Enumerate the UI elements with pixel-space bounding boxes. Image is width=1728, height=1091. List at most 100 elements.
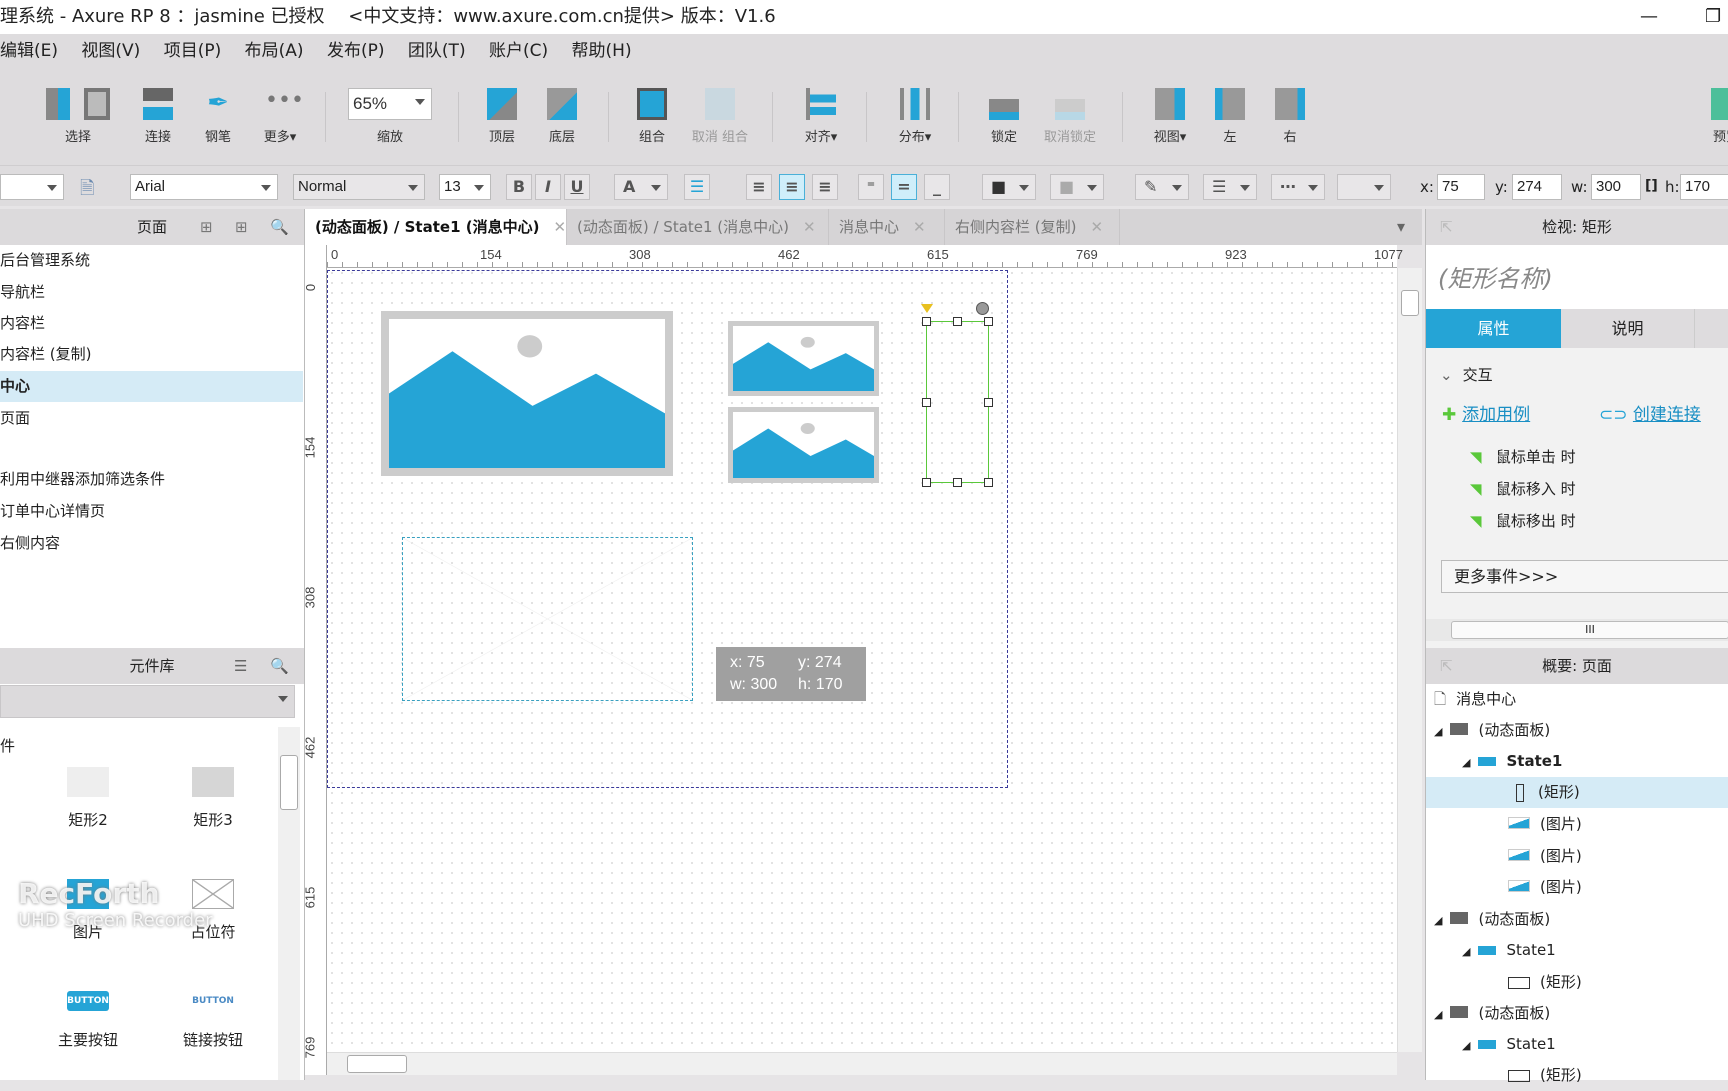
page-item[interactable]: 内容栏 (复制)	[0, 339, 303, 370]
library-scrollbar[interactable]	[278, 727, 300, 1080]
close-icon[interactable]: ✕	[1090, 218, 1103, 236]
unlock-button[interactable]: 取消锁定	[1038, 88, 1102, 145]
expand-triangle-icon[interactable]: ◢	[1434, 725, 1442, 738]
distribute-button[interactable]: 分布▾	[890, 88, 940, 145]
zoom-control[interactable]: 65% 缩放	[348, 88, 432, 145]
outline-row-page[interactable]: 🗋 消息中心	[1426, 684, 1728, 715]
dragging-placeholder[interactable]	[402, 537, 693, 701]
expand-triangle-icon[interactable]: ◢	[1434, 914, 1442, 927]
left-panel-toggle[interactable]: 左	[1210, 88, 1250, 145]
tab-dynamic-panel-state1[interactable]: (动态面板) / State1 (消息中心) ✕	[567, 209, 829, 245]
widget-name-input[interactable]: (矩形名称)	[1426, 245, 1728, 309]
widget-primary-button[interactable]: BUTTON 主要按钮	[38, 991, 138, 1050]
tab-more[interactable]	[1694, 309, 1728, 348]
add-folder-icon[interactable]: ⊞	[235, 209, 248, 245]
outline-row-state[interactable]: ◢ State1	[1426, 746, 1728, 777]
search-icon[interactable]: 🔍	[270, 648, 289, 684]
menu-layout[interactable]: 布局(A)	[245, 41, 304, 61]
y-input[interactable]: 274	[1512, 174, 1562, 200]
widget-style-select[interactable]	[0, 174, 64, 200]
page-item[interactable]: 后台管理系统	[0, 245, 303, 276]
close-icon[interactable]: ✕	[803, 218, 816, 236]
align-right-button[interactable]: ≡	[812, 174, 838, 200]
outline-row-state[interactable]: ◢ State1	[1426, 935, 1728, 966]
outline-row-dynamic-panel[interactable]: ◢ (动态面板)	[1426, 715, 1728, 746]
menu-icon[interactable]: ☰	[234, 648, 247, 684]
outline-row-rectangle[interactable]: (矩形)	[1426, 1060, 1728, 1091]
add-case-link[interactable]: ✚ 添加用例	[1442, 400, 1530, 425]
tab-message-center[interactable]: 消息中心 ✕	[829, 209, 945, 245]
page-item[interactable]: 右侧内容	[0, 528, 303, 559]
group-button[interactable]: 组合	[632, 88, 672, 145]
outline-row-image[interactable]: (图片)	[1426, 809, 1728, 840]
pen-button[interactable]: ✒ 钢笔	[198, 88, 238, 145]
canvas-image-small-1[interactable]	[728, 321, 879, 396]
fill-color-button[interactable]: ■	[982, 174, 1036, 200]
line-color-button[interactable]: ✎	[1135, 174, 1189, 200]
outline-row-image[interactable]: (图片)	[1426, 872, 1728, 903]
menu-view[interactable]: 视图(V)	[81, 41, 140, 61]
expand-triangle-icon[interactable]: ◢	[1462, 756, 1470, 769]
close-icon[interactable]: ✕	[553, 218, 566, 236]
tab-dynamic-panel-state1-active[interactable]: (动态面板) / State1 (消息中心) ✕	[305, 209, 567, 245]
format-painter-icon[interactable]: 🗎	[80, 176, 94, 206]
minimize-button[interactable]: —	[1640, 0, 1658, 34]
lock-button[interactable]: 锁定	[984, 88, 1024, 145]
ungroup-button[interactable]: 取消 组合	[688, 88, 752, 145]
collapse-icon[interactable]: ⇱	[1440, 209, 1453, 245]
lock-aspect-icon[interactable]: []	[1645, 178, 1658, 194]
widget-rectangle2[interactable]: 矩形2	[38, 767, 138, 830]
bring-to-front-button[interactable]: 顶层	[482, 88, 522, 145]
connect-button[interactable]: 连接	[138, 88, 178, 145]
preview-button[interactable]: 预览	[1706, 88, 1728, 145]
h-input[interactable]: 170	[1680, 174, 1728, 200]
outline-row-state[interactable]: ◢ State1	[1426, 1029, 1728, 1060]
create-link[interactable]: ⊂⊃ 创建连接	[1599, 400, 1701, 425]
restore-button[interactable]: ❐	[1705, 0, 1721, 34]
page-item[interactable]: 页面	[0, 403, 303, 434]
menu-account[interactable]: 账户(C)	[489, 41, 548, 61]
outline-row-rectangle-selected[interactable]: (矩形)	[1426, 777, 1728, 808]
canvas-image-large[interactable]	[381, 311, 673, 476]
line-style-button[interactable]: ⋯	[1271, 174, 1325, 200]
tab-notes[interactable]: 说明	[1561, 309, 1694, 348]
canvas-vertical-scrollbar[interactable]	[1397, 268, 1422, 1052]
italic-button[interactable]: I	[535, 174, 561, 200]
tabs-dropdown-icon[interactable]: ▾	[1397, 209, 1405, 245]
outline-row-dynamic-panel[interactable]: ◢ (动态面板)	[1426, 998, 1728, 1029]
add-page-icon[interactable]: ⊞	[200, 209, 213, 245]
page-item[interactable]: 导航栏	[0, 277, 303, 308]
menu-help[interactable]: 帮助(H)	[572, 41, 632, 61]
canvas-image-small-2[interactable]	[728, 407, 879, 483]
event-onmouseout[interactable]: ◥ 鼠标移出 时	[1470, 510, 1576, 531]
page-item[interactable]: 订单中心详情页	[0, 496, 303, 527]
shadow-button[interactable]: ■	[1050, 174, 1104, 200]
page-item[interactable]: 利用中继器添加筛选条件	[0, 464, 303, 495]
menu-edit[interactable]: 编辑(E)	[0, 41, 58, 61]
anchor-icon[interactable]	[921, 304, 933, 319]
rotate-handle[interactable]	[976, 302, 989, 315]
interaction-section[interactable]: ⌄ 交互	[1440, 364, 1493, 385]
page-item[interactable]	[0, 433, 303, 464]
design-canvas[interactable]: x: 75 y: 274 w: 300 h: 170	[327, 268, 1397, 1052]
expand-triangle-icon[interactable]: ◢	[1462, 945, 1470, 958]
widget-rectangle3[interactable]: 矩形3	[163, 767, 263, 830]
font-color-button[interactable]: A	[614, 174, 668, 200]
select-button[interactable]: 选择	[28, 88, 128, 145]
valign-middle-button[interactable]: =	[891, 174, 917, 200]
close-icon[interactable]: ✕	[913, 218, 926, 236]
valign-top-button[interactable]: ⁼	[858, 174, 884, 200]
menu-publish[interactable]: 发布(P)	[327, 41, 385, 61]
search-icon[interactable]: 🔍	[270, 209, 289, 245]
font-style-select[interactable]: Normal	[293, 174, 425, 200]
more-events-select[interactable]: 更多事件>>>	[1441, 560, 1728, 593]
outline-row-image[interactable]: (图片)	[1426, 841, 1728, 872]
underline-button[interactable]: U	[564, 174, 590, 200]
view-button[interactable]: 视图▾	[1145, 88, 1195, 145]
menu-project[interactable]: 项目(P)	[164, 41, 222, 61]
font-size-select[interactable]: 13	[439, 174, 491, 200]
collapse-icon[interactable]: ⇱	[1440, 648, 1453, 684]
more-button[interactable]: ••• 更多▾	[255, 88, 305, 145]
align-button[interactable]: 对齐▾	[796, 88, 846, 145]
arrow-style-button[interactable]	[1337, 174, 1391, 200]
